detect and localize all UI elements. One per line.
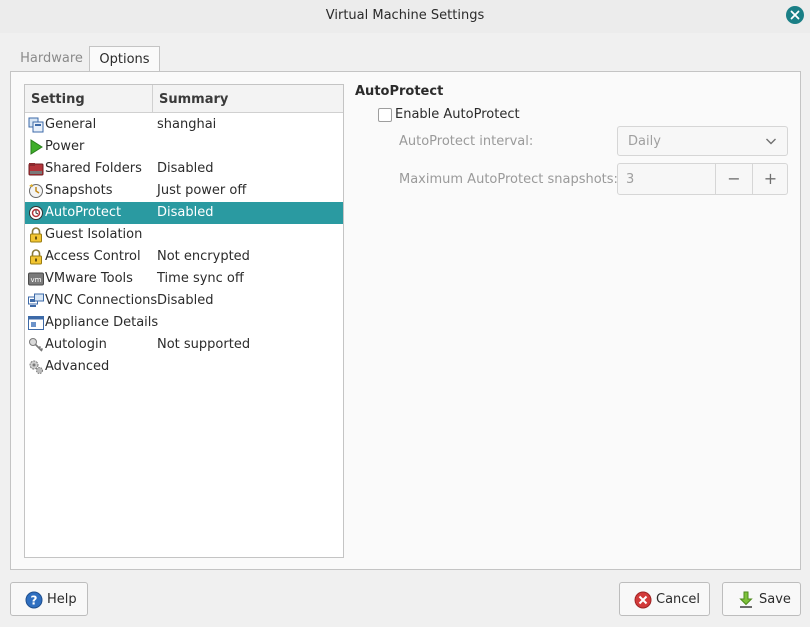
setting-summary: Disabled (157, 293, 214, 308)
svg-text:vm: vm (31, 276, 42, 284)
setting-name: Snapshots (45, 183, 113, 198)
list-item-autoprotect[interactable]: AutoProtect Disabled (25, 202, 343, 224)
interval-value: Daily (628, 134, 661, 149)
download-arrow-icon (739, 591, 753, 608)
setting-name: AutoProtect (45, 205, 122, 220)
window-title: Virtual Machine Settings (325, 8, 485, 23)
setting-name: Shared Folders (45, 161, 142, 176)
interval-select[interactable]: Daily (617, 126, 788, 156)
list-item-power[interactable]: Power (25, 136, 343, 158)
tab-options[interactable]: Options (89, 46, 160, 72)
cancel-button[interactable]: Cancel (619, 582, 710, 616)
setting-summary: Disabled (157, 205, 214, 220)
setting-summary: Not encrypted (157, 249, 250, 264)
settings-list: Setting Summary General shanghai Power S… (24, 84, 344, 558)
list-item-access-control[interactable]: Access Control Not encrypted (25, 246, 343, 268)
shared-folders-icon (28, 163, 44, 176)
key-icon (29, 338, 44, 352)
power-icon (30, 139, 43, 155)
close-button[interactable] (786, 6, 804, 24)
save-button[interactable]: Save (722, 582, 801, 616)
help-button[interactable]: ? Help (10, 582, 88, 616)
autoprotect-icon (29, 206, 43, 220)
setting-name: Autologin (45, 337, 107, 352)
chevron-down-icon (766, 138, 776, 145)
vmware-tools-icon: vm (28, 272, 44, 286)
list-item-advanced[interactable]: Advanced (25, 356, 343, 378)
setting-name: Guest Isolation (45, 227, 143, 242)
setting-summary: Just power off (157, 183, 247, 198)
max-snapshots-stepper: 3 − + (617, 163, 788, 195)
tab-hardware[interactable]: Hardware (14, 46, 89, 72)
close-icon (790, 10, 800, 20)
list-header: Setting Summary (25, 85, 343, 113)
list-item-shared-folders[interactable]: Shared Folders Disabled (25, 158, 343, 180)
general-icon (28, 117, 44, 133)
setting-summary: shanghai (157, 117, 217, 132)
list-item-autologin[interactable]: Autologin Not supported (25, 334, 343, 356)
cancel-icon (634, 591, 652, 609)
list-item-appliance-details[interactable]: Appliance Details (25, 312, 343, 334)
max-snapshots-label: Maximum AutoProtect snapshots: (399, 172, 618, 187)
interval-label: AutoProtect interval: (399, 134, 534, 149)
column-header-setting[interactable]: Setting (31, 92, 85, 107)
setting-name: Power (45, 139, 85, 154)
lock-icon (30, 227, 42, 243)
setting-name: Appliance Details (45, 315, 159, 330)
list-item-vnc-connections[interactable]: VNC Connections Disabled (25, 290, 343, 312)
setting-name: Advanced (45, 359, 110, 374)
help-icon: ? (25, 591, 43, 609)
section-title: AutoProtect (355, 84, 444, 99)
enable-autoprotect-checkbox[interactable] (378, 108, 392, 122)
column-header-summary[interactable]: Summary (152, 85, 343, 112)
save-label: Save (759, 592, 791, 607)
increment-button[interactable]: + (752, 164, 788, 194)
setting-name: Access Control (45, 249, 141, 264)
list-item-general[interactable]: General shanghai (25, 114, 343, 136)
svg-text:?: ? (31, 594, 38, 608)
lock-icon (30, 249, 42, 265)
setting-summary: Not supported (157, 337, 251, 352)
enable-autoprotect-label[interactable]: Enable AutoProtect (395, 107, 520, 122)
decrement-button[interactable]: − (715, 164, 752, 194)
setting-name: General (45, 117, 97, 132)
cancel-label: Cancel (656, 592, 701, 607)
appliance-icon (28, 316, 44, 330)
setting-name: VMware Tools (45, 271, 133, 286)
setting-summary: Time sync off (157, 271, 244, 286)
max-snapshots-value[interactable]: 3 (626, 172, 634, 187)
setting-name: VNC Connections (45, 293, 158, 308)
vnc-icon (28, 293, 44, 307)
gears-icon (29, 360, 43, 374)
list-item-guest-isolation[interactable]: Guest Isolation (25, 224, 343, 246)
snapshots-icon (29, 184, 43, 198)
list-item-snapshots[interactable]: Snapshots Just power off (25, 180, 343, 202)
list-item-vmware-tools[interactable]: vm VMware Tools Time sync off (25, 268, 343, 290)
help-label: Help (47, 592, 77, 607)
title-bar: Virtual Machine Settings (0, 0, 810, 33)
setting-summary: Disabled (157, 161, 214, 176)
